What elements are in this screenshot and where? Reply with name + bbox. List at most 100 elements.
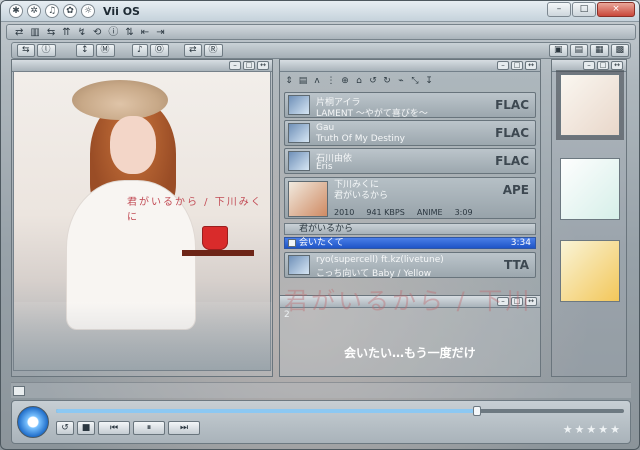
playlist-tool-6[interactable]: ⌂ [354, 76, 364, 86]
current-track-song: 君がいるから [334, 191, 389, 201]
album-browser-minimize[interactable]: – [583, 61, 595, 70]
cover-panel-minimize[interactable]: – [229, 61, 241, 70]
queue-row-3[interactable]: ryo(supercell) ft.kz(livetune) こっち向いて Ba… [284, 252, 536, 279]
toolbar-button-3b[interactable]: Ⓞ [149, 44, 169, 57]
menu-icon-2[interactable]: ▥ [30, 26, 39, 39]
close-button[interactable]: × [597, 2, 635, 17]
playlist-tool-7[interactable]: ↺ [368, 76, 378, 86]
cover-panel-restore[interactable]: □ [243, 61, 255, 70]
current-track-artist: 下川みくに [334, 180, 380, 190]
track-title: Gau [316, 123, 335, 133]
track-format: FLAC [495, 154, 529, 168]
playlist-restore[interactable]: □ [511, 61, 523, 70]
album-browser-restore[interactable]: □ [597, 61, 609, 70]
portrait-table [182, 250, 254, 256]
next-button[interactable]: ⏭ [168, 421, 200, 435]
toolbar-button-2a[interactable]: ↕ [76, 44, 94, 57]
current-track-duration: 3:09 [454, 208, 473, 217]
current-track-row[interactable]: 下川みくに 君がいるから 2010 941 KBPS ANIME 3:09 AP… [284, 177, 536, 219]
pause-button[interactable]: ⏸ [133, 421, 165, 435]
cover-panel-controls: – □ ↔ [229, 61, 269, 70]
seek-bar-fill [56, 409, 478, 413]
album-cover-2[interactable] [560, 158, 620, 220]
toolbar-right-icon-4[interactable]: ▩ [610, 44, 630, 57]
player-window: ✱ ✲ ♫ ✿ ☼ Vii OS – □ × ⇄ ▥ ⇆ ⇈ ↯ ⟲ ⓘ ⇅ ⇤… [0, 0, 640, 450]
disc-icon[interactable] [17, 406, 49, 438]
search-icon[interactable] [601, 27, 609, 38]
toolbar-right-icon-1[interactable]: ▣ [549, 44, 568, 57]
title-icons: ✱ ✲ ♫ ✿ ☼ Vii OS [9, 4, 140, 18]
toolbar-group-3: ♪ Ⓞ [132, 44, 169, 57]
toolbar-button-4b[interactable]: Ⓡ [203, 44, 223, 57]
album-browser-controls: – □ ↔ [583, 61, 623, 70]
album-cover-1[interactable] [560, 74, 620, 136]
menu-icon-6[interactable]: ⟲ [93, 26, 101, 39]
toolbar-right-icons: ▣ ▤ ▦ ▩ [549, 44, 630, 57]
queue-row-active[interactable]: 会いたくて 3:34 [284, 237, 536, 249]
checkbox-icon[interactable] [288, 239, 296, 247]
lyric-line: 会いたい…もう一度だけ [344, 346, 476, 360]
toolbar-group-2: ↕ Ⓜ [76, 44, 115, 57]
menu-icon-9[interactable]: ⇤ [141, 26, 149, 39]
track-title: ryo(supercell) ft.kz(livetune) [316, 255, 444, 265]
toolbar-button-4a[interactable]: ⇄ [184, 44, 202, 57]
minimize-button[interactable]: – [547, 2, 571, 17]
track-subtitle: Eris [316, 162, 333, 172]
title-icon-5[interactable]: ☼ [81, 4, 95, 18]
toolbar-button-3a[interactable]: ♪ [132, 44, 148, 57]
seek-bar[interactable] [56, 406, 624, 416]
status-icon[interactable] [13, 386, 25, 396]
toolbar-button-1b[interactable]: ⓛ [36, 44, 56, 57]
title-icon-3[interactable]: ♫ [45, 4, 59, 18]
track-thumbnail [288, 123, 310, 143]
playlist-tool-8[interactable]: ↻ [382, 76, 392, 86]
toolbar-button-1a[interactable]: ⇆ [17, 44, 35, 57]
track-format: FLAC [495, 98, 529, 112]
track-format: FLAC [495, 126, 529, 140]
toolbar-button-2b[interactable]: Ⓜ [95, 44, 115, 57]
menu-icon-8[interactable]: ⇅ [125, 26, 133, 39]
playlist-tool-5[interactable]: ⊕ [340, 76, 350, 86]
portrait-hat [72, 80, 168, 120]
title-icon-1[interactable]: ✱ [9, 4, 23, 18]
playlist-tool-10[interactable]: ⤡ [410, 76, 420, 86]
menu-icon-10[interactable]: ⇥ [156, 26, 164, 39]
playlist-tool-1[interactable]: ⇕ [284, 76, 294, 86]
track-format: TTA [503, 258, 529, 272]
album-art: 君がいるから / 下川みくに [13, 71, 272, 371]
repeat-button[interactable]: ↺ [56, 421, 74, 435]
album-cover-3[interactable] [560, 240, 620, 302]
maximize-button[interactable]: □ [572, 2, 596, 17]
title-icon-2[interactable]: ✲ [27, 4, 41, 18]
current-track-genre: ANIME [416, 208, 443, 217]
queue-row-1[interactable]: 君がいるから [284, 223, 536, 235]
previous-button[interactable]: ⏮ [98, 421, 130, 435]
toolbar-right-icon-3[interactable]: ▦ [590, 44, 609, 57]
rating-stars[interactable]: ★★★★★ [563, 423, 622, 436]
playlist-tool-3[interactable]: ʌ [312, 76, 322, 86]
title-icon-4[interactable]: ✿ [63, 4, 77, 18]
cover-panel-expand[interactable]: ↔ [257, 61, 269, 70]
playlist-tool-4[interactable]: ⋮ [326, 76, 336, 86]
menu-icon-1[interactable]: ⇄ [15, 26, 23, 39]
seek-bar-thumb[interactable] [473, 406, 482, 416]
playlist-tool-9[interactable]: ⌁ [396, 76, 406, 86]
queue-row-time: 3:34 [510, 238, 531, 248]
toolbar-right-icon-2[interactable]: ▤ [569, 44, 589, 57]
playlist-tool-11[interactable]: ↧ [424, 76, 434, 86]
current-track-meta: 下川みくに 君がいるから [334, 180, 388, 202]
playlist-row-1[interactable]: 片桐アイラ LAMENT ～やがて喜びを～ FLAC [284, 92, 536, 119]
queue-row-label: 会いたくて [299, 238, 344, 248]
menu-icon-4[interactable]: ⇈ [62, 26, 70, 39]
playlist-expand[interactable]: ↔ [525, 61, 537, 70]
stop-button[interactable]: ■ [77, 421, 95, 435]
menu-bar: ⇄ ▥ ⇆ ⇈ ↯ ⟲ ⓘ ⇅ ⇤ ⇥ [6, 24, 636, 40]
playlist-row-3[interactable]: 石川由依 Eris FLAC [284, 148, 536, 174]
playlist-tool-2[interactable]: ▤ [298, 76, 308, 86]
album-browser-expand[interactable]: ↔ [611, 61, 623, 70]
playlist-minimize[interactable]: – [497, 61, 509, 70]
menu-icon-7[interactable]: ⓘ [108, 26, 118, 39]
playlist-row-2[interactable]: Gau Truth Of My Destiny FLAC [284, 120, 536, 146]
menu-icon-5[interactable]: ↯ [78, 26, 86, 39]
menu-icon-3[interactable]: ⇆ [47, 26, 55, 39]
